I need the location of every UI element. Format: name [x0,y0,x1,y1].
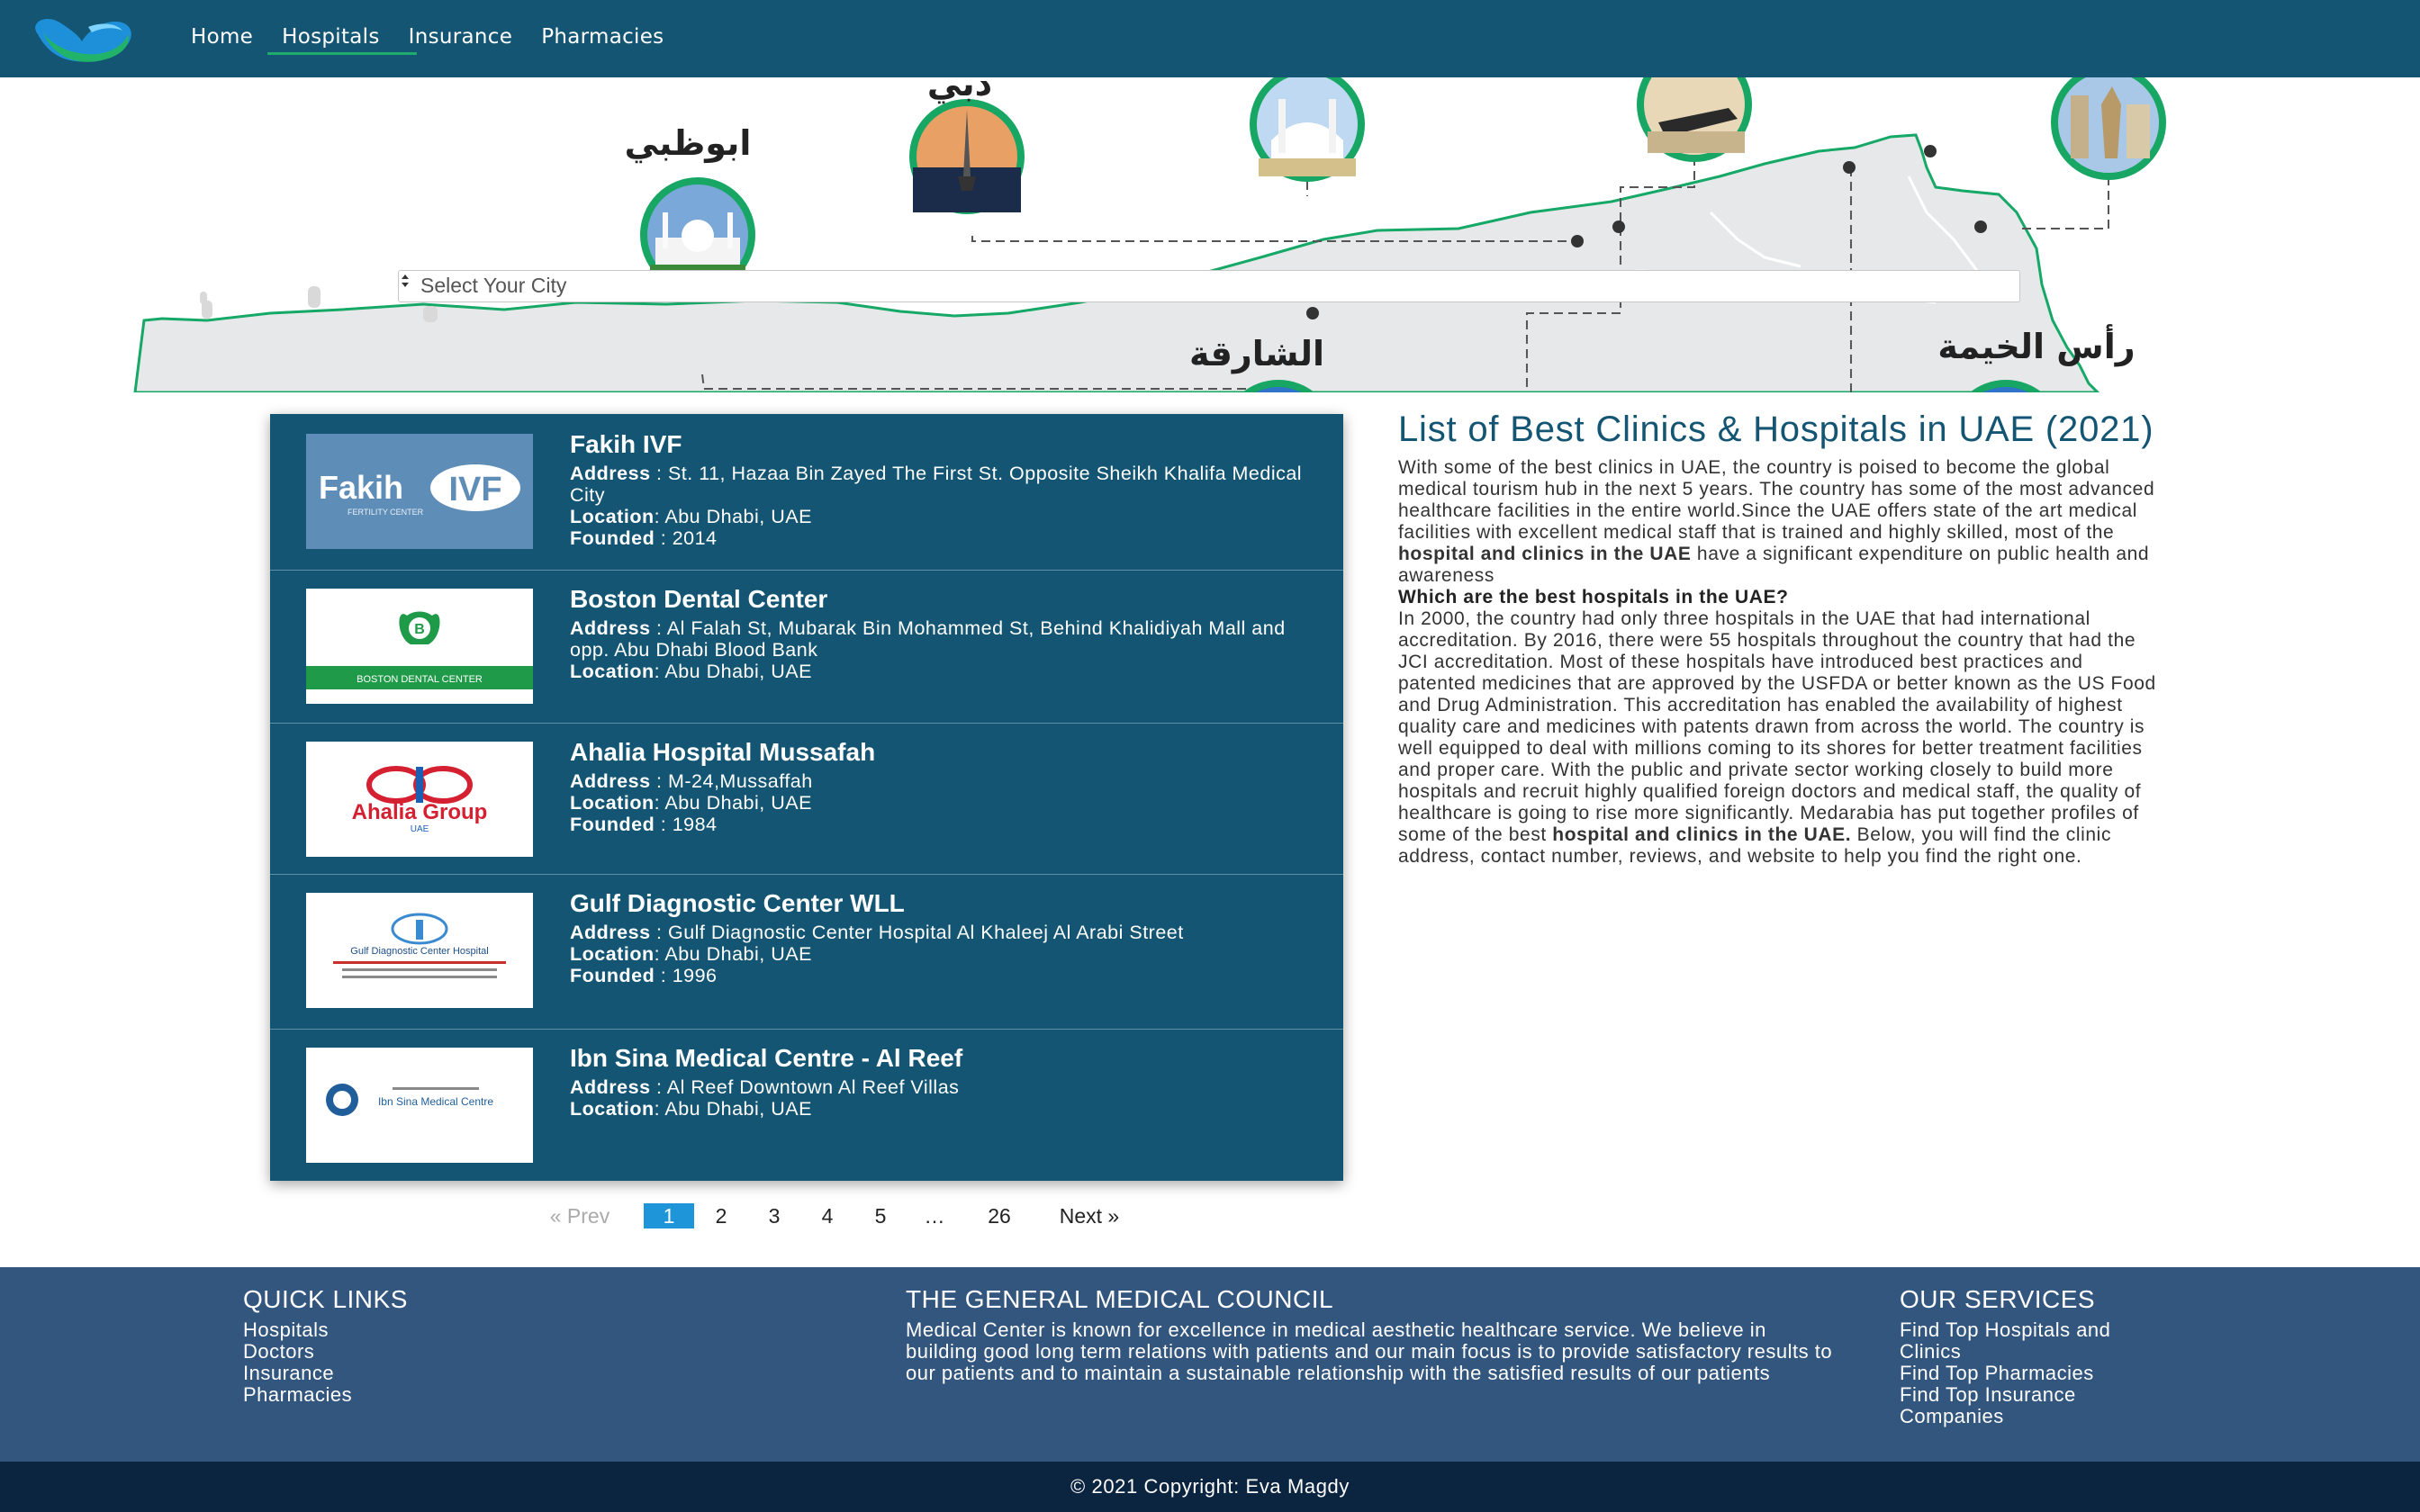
address-row: Address : Gulf Diagnostic Center Hospita… [570,922,1184,943]
pager-page-5[interactable]: 5 [854,1204,907,1228]
hospital-logo-boston-dental: B BOSTON DENTAL CENTER [306,589,533,704]
founded-row: Founded : 2014 [570,527,718,549]
nav-insurance[interactable]: Insurance [394,0,528,77]
pager-page-3[interactable]: 3 [748,1204,800,1228]
svg-text:Gulf Diagnostic Center Hospita: Gulf Diagnostic Center Hospital [350,946,488,957]
uae-map-illustration: دبي ابوظبي الشارقة رأس الخيمة [133,77,2166,392]
svg-text:UAE: UAE [411,824,429,834]
dubai-photo-circle[interactable] [909,99,1025,214]
pager-next[interactable]: Next » [1036,1204,1142,1228]
intro-article: List of Best Clinics & Hospitals in UAE … [1398,410,2163,868]
footer-service-pharmacies[interactable]: Find Top Pharmacies [1900,1363,2188,1384]
founded-row: Founded : 1996 [570,965,718,986]
svg-text:FERTILITY CENTER: FERTILITY CENTER [348,508,424,517]
hospital-logo-ahalia: Ahalia Group UAE [306,742,533,857]
footer-service-insurance[interactable]: Find Top Insurance Companies [1900,1384,2170,1427]
footer-heading: THE GENERAL MEDICAL COUNCIL [906,1285,1334,1313]
svg-text:Ahalia Group: Ahalia Group [352,800,488,824]
city-label-sharjah: الشارقة [1189,334,1324,374]
location-row: Location: Abu Dhabi, UAE [570,792,812,814]
hospital-card[interactable]: Fakih IVF FERTILITY CENTER Fakih IVF Add… [270,414,1343,571]
hospital-card[interactable]: Ahalia Group UAE Ahalia Hospital Mussafa… [270,724,1343,875]
article-question: Which are the best hospitals in the UAE? [1398,587,1789,608]
footer-quick-links: QUICK LINKS Hospitals Doctors Insurance … [243,1285,513,1406]
nav-hospitals[interactable]: Hospitals [267,0,394,77]
uae-map-banner: دبي ابوظبي الشارقة رأس الخيمة Select You… [0,77,2420,392]
footer-link-insurance[interactable]: Insurance [243,1363,513,1384]
hospital-name[interactable]: Ibn Sina Medical Centre - Al Reef [570,1044,962,1073]
hospital-list-panel: Fakih IVF FERTILITY CENTER Fakih IVF Add… [270,414,1343,1181]
footer-link-hospitals[interactable]: Hospitals [243,1319,513,1341]
al-ain-photo-circle[interactable] [1637,77,1752,162]
footer-heading: QUICK LINKS [243,1285,408,1313]
footer-heading: OUR SERVICES [1900,1285,2096,1313]
pager-page-26[interactable]: 26 [962,1204,1036,1228]
footer-council-text: Medical Center is known for excellence i… [906,1318,1833,1384]
article-paragraph: With some of the best clinics in UAE, th… [1398,457,2155,586]
hospital-logo-fakih: Fakih IVF FERTILITY CENTER [306,434,533,549]
pager-ellipsis: … [924,1203,945,1228]
article-title: List of Best Clinics & Hospitals in UAE … [1398,410,2154,449]
ras-al-khaimah-photo-circle[interactable] [2051,77,2166,180]
svg-text:IVF: IVF [448,471,501,508]
svg-text:Ibn Sina Medical Centre: Ibn Sina Medical Centre [378,1095,493,1108]
hospital-name[interactable]: Fakih IVF [570,430,682,459]
city-select-value: Select Your City [420,274,567,297]
site-footer: QUICK LINKS Hospitals Doctors Insurance … [0,1267,2420,1462]
hospital-name[interactable]: Boston Dental Center [570,585,827,614]
address-row: Address : Al Falah St, Mubarak Bin Moham… [570,617,1286,661]
heart-logo-icon[interactable] [25,14,139,63]
hospital-info: Address : M-24,Mussaffah Location: Abu D… [570,770,1317,835]
address-row: Address : St. 11, Hazaa Bin Zayed The Fi… [570,463,1303,506]
founded-row: Founded : 1984 [570,814,718,835]
pager-page-2[interactable]: 2 [694,1204,748,1228]
address-row: Address : M-24,Mussaffah [570,770,813,792]
nav-pharmacies[interactable]: Pharmacies [527,0,678,77]
hospital-card[interactable]: Ibn Sina Medical Centre Ibn Sina Medical… [270,1030,1343,1181]
copyright-bar: © 2021 Copyright: Eva Magdy [0,1462,2420,1512]
footer-council: THE GENERAL MEDICAL COUNCIL Medical Cent… [906,1285,1842,1384]
hospital-card[interactable]: B BOSTON DENTAL CENTER Boston Dental Cen… [270,571,1343,724]
location-row: Location: Abu Dhabi, UAE [570,506,812,527]
location-row: Location: Abu Dhabi, UAE [570,1098,812,1120]
hospital-info: Address : Al Falah St, Mubarak Bin Moham… [570,617,1317,682]
pager-page-1[interactable]: 1 [644,1203,694,1228]
article-paragraph: In 2000, the country had only three hosp… [1398,608,2156,867]
footer-link-pharmacies[interactable]: Pharmacies [243,1384,513,1406]
pager-page-4[interactable]: 4 [800,1204,854,1228]
hospital-logo-gulf-diagnostic: Gulf Diagnostic Center Hospital [306,893,533,1008]
footer-service-hospitals[interactable]: Find Top Hospitals and Clinics [1900,1319,2143,1363]
select-updown-icon [402,274,409,287]
location-row: Location: Abu Dhabi, UAE [570,943,812,965]
svg-text:B: B [414,622,425,637]
address-row: Address : Al Reef Downtown Al Reef Villa… [570,1076,960,1098]
top-navbar: Home Hospitals Insurance Pharmacies [0,0,2420,77]
pagination: « Prev 1 2 3 4 5 … 26 Next » [525,1200,1142,1232]
hospital-name[interactable]: Ahalia Hospital Mussafah [570,738,875,767]
svg-text:Fakih: Fakih [319,469,403,506]
svg-text:BOSTON DENTAL CENTER: BOSTON DENTAL CENTER [357,674,483,685]
pager-prev[interactable]: « Prev [525,1204,635,1228]
hospital-info: Address : St. 11, Hazaa Bin Zayed The Fi… [570,463,1317,549]
city-label-abu-dhabi: ابوظبي [625,123,752,163]
footer-link-doctors[interactable]: Doctors [243,1341,513,1363]
hospital-card[interactable]: Gulf Diagnostic Center Hospital Gulf Dia… [270,875,1343,1030]
city-label-ras-al-khaimah: رأس الخيمة [1937,324,2135,366]
abu-dhabi-photo-circle[interactable] [1250,77,1365,182]
location-row: Location: Abu Dhabi, UAE [570,661,812,682]
footer-services: OUR SERVICES Find Top Hospitals and Clin… [1900,1285,2188,1427]
nav-home[interactable]: Home [176,0,267,77]
hospital-logo-ibn-sina: Ibn Sina Medical Centre [306,1048,533,1163]
main-nav: Home Hospitals Insurance Pharmacies [176,0,678,77]
city-select-dropdown[interactable]: Select Your City [398,270,2020,302]
active-nav-underline [267,52,417,55]
hospital-name[interactable]: Gulf Diagnostic Center WLL [570,889,905,918]
hospital-info: Address : Gulf Diagnostic Center Hospita… [570,922,1317,986]
hospital-info: Address : Al Reef Downtown Al Reef Villa… [570,1076,1317,1120]
city-label-dubai: دبي [927,77,992,104]
